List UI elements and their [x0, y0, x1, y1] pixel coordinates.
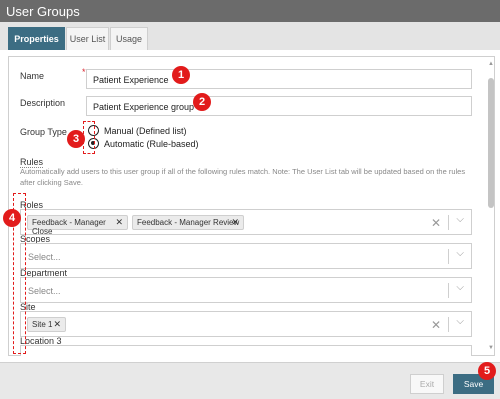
select-divider [448, 283, 449, 298]
tab-bar: Properties User List Usage [0, 22, 500, 50]
scroll-down-icon[interactable]: ▼ [487, 344, 495, 352]
scroll-thumb[interactable] [488, 78, 494, 208]
chevron-down-icon[interactable]: ⌵ [456, 248, 464, 259]
callout-badge-3: 3 [67, 130, 85, 148]
site-chip: Site 1 ✕ [27, 317, 66, 332]
select-divider [448, 249, 449, 264]
tab-usage[interactable]: Usage [110, 27, 148, 50]
exit-button[interactable]: Exit [410, 374, 444, 394]
scroll-up-icon[interactable]: ▲ [487, 60, 495, 68]
site-chip-label: Site 1 [32, 320, 53, 329]
callout-badge-2: 2 [193, 93, 211, 111]
description-field[interactable]: Patient Experience group [86, 96, 472, 116]
automatic-radio-label[interactable]: Automatic (Rule-based) [104, 139, 199, 149]
clear-icon[interactable]: ✕ [431, 318, 441, 332]
tab-user-list[interactable]: User List [66, 27, 109, 50]
location3-select[interactable] [20, 345, 472, 356]
scopes-placeholder: Select... [28, 252, 61, 262]
role-chip: Feedback - Manager Close ✕ [27, 215, 128, 236]
callout-badge-1: 1 [172, 66, 190, 84]
group-type-label: Group Type [20, 127, 67, 137]
name-field[interactable]: Patient Experience [86, 69, 472, 89]
role-chip-label: Feedback - Manager Review [137, 218, 240, 227]
chevron-down-icon[interactable]: ⌵ [456, 282, 464, 293]
tab-properties[interactable]: Properties [8, 27, 65, 50]
chevron-down-icon[interactable]: ⌵ [456, 214, 464, 225]
manual-radio-label[interactable]: Manual (Defined list) [104, 126, 187, 136]
required-marker: * [82, 67, 86, 77]
remove-chip-icon[interactable]: ✕ [53, 319, 61, 330]
clear-icon[interactable]: ✕ [431, 216, 441, 230]
description-label: Description [20, 98, 66, 108]
role-chip: Feedback - Manager Review ✕ [132, 215, 244, 230]
window-title: User Groups [0, 0, 500, 22]
department-select[interactable]: Select... ⌵ [20, 277, 472, 303]
scopes-select[interactable]: Select... ⌵ [20, 243, 472, 269]
select-divider [448, 215, 449, 230]
rules-description: Automatically add users to this user gro… [20, 167, 466, 187]
remove-chip-icon[interactable]: ✕ [231, 217, 239, 228]
chevron-down-icon[interactable]: ⌵ [456, 316, 464, 327]
name-label: Name [20, 71, 45, 81]
callout-badge-4: 4 [3, 209, 21, 227]
callout-badge-5: 5 [478, 362, 496, 380]
select-divider [448, 317, 449, 332]
scrollbar[interactable]: ▲ ▼ [487, 60, 495, 352]
remove-chip-icon[interactable]: ✕ [115, 217, 123, 228]
site-select[interactable]: Site 1 ✕ ✕ ⌵ [20, 311, 472, 337]
roles-select[interactable]: Feedback - Manager Close ✕ Feedback - Ma… [20, 209, 472, 236]
department-placeholder: Select... [28, 286, 61, 296]
